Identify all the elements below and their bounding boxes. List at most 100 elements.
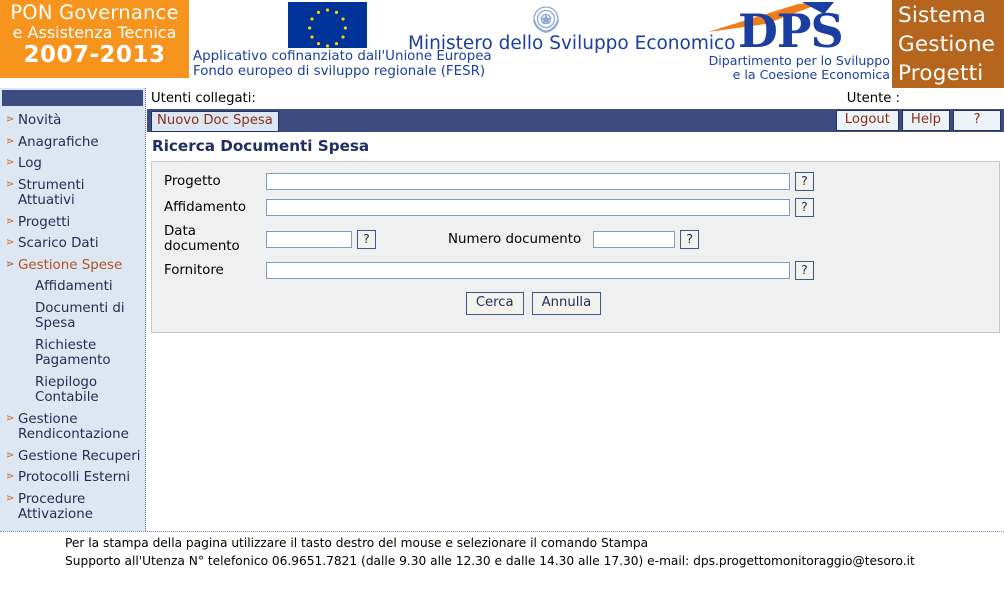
user-bar: Utenti collegati: Utente : (147, 88, 1004, 109)
sgp-logo-line3: Progetti (898, 61, 984, 86)
affidamento-help-icon[interactable]: ? (795, 198, 814, 217)
progetto-help-icon[interactable]: ? (795, 172, 814, 191)
sidebar-item-11[interactable]: ⋗ Gestione Rendicontazione (0, 409, 145, 446)
sidebar-item-list: ⋗ Novità ⋗ Anagrafiche ⋗ Log ⋗ Strumenti Attuat… (0, 106, 145, 526)
sgp-logo-line2: Gestione (898, 32, 996, 57)
page-footer: Per la stampa della pagina utilizzare il… (0, 531, 1004, 595)
sidebar-subitem-9[interactable]: Richieste Pagamento (0, 335, 145, 372)
eu-stars-icon (308, 8, 347, 48)
cancel-button[interactable]: Annulla (531, 292, 602, 315)
sidebar-header-bar (2, 90, 143, 106)
numero-documento-input[interactable] (593, 230, 676, 248)
sidebar-item-label: Scarico Dati (18, 236, 99, 251)
sidebar-item-label: Gestione Spese (18, 257, 123, 273)
pon-logo-line3: 2007-2013 (23, 42, 166, 68)
dps-subtitle: Dipartimento per lo Sviluppo e la Coesio… (680, 54, 890, 82)
form-row-fornitore: Fornitore ? (152, 261, 999, 280)
dps-subtitle-line1: Dipartimento per lo Sviluppo (708, 53, 890, 68)
sidebar-subitem-label: Riepilogo Contabile (35, 374, 99, 406)
sidebar-item-label: Gestione Recuperi (18, 448, 141, 464)
sidebar-item-13[interactable]: ⋗ Protocolli Esterni (0, 467, 145, 489)
chevron-right-icon: ⋗ (6, 449, 14, 461)
pon-logo-line2: e Assistenza Tecnica (12, 23, 177, 42)
nav-bar-actions: Logout Help ? (835, 109, 1004, 132)
fornitore-label: Fornitore (164, 263, 224, 278)
page-title: Ricerca Documenti Spesa (152, 137, 370, 155)
application-page: PON Governance e Assistenza Tecnica 2007… (0, 0, 1004, 595)
chevron-right-icon: ⋗ (6, 412, 14, 424)
sidebar-subitem-label: Affidamenti (35, 279, 113, 294)
numero-documento-label: Numero documento (448, 231, 582, 247)
affidamento-label: Affidamento (164, 200, 247, 215)
sidebar-subitem-8[interactable]: Documenti di Spesa (0, 298, 145, 335)
chevron-right-icon: ⋗ (6, 178, 14, 190)
form-button-row: Cerca Annulla (152, 292, 999, 315)
page-header: PON Governance e Assistenza Tecnica 2007… (0, 0, 1004, 88)
form-row-progetto: Progetto ? (152, 172, 999, 191)
chevron-right-icon: ⋗ (6, 135, 14, 147)
sidebar-subitem-label: Richieste Pagamento (35, 337, 111, 369)
sidebar-item-label: Novità (18, 113, 62, 128)
european-union-flag-icon (288, 2, 367, 48)
logout-button[interactable]: Logout (835, 110, 899, 131)
pon-logo-line1: PON Governance (10, 1, 179, 24)
data-documento-input[interactable] (266, 230, 352, 248)
pon-governance-logo: PON Governance e Assistenza Tecnica 2007… (0, 0, 189, 78)
chevron-right-icon: ⋗ (6, 258, 14, 270)
chevron-right-icon: ⋗ (6, 114, 14, 125)
main-content: Utenti collegati: Utente : Nuovo Doc Spe… (147, 88, 1004, 531)
sidebar-item-3[interactable]: ⋗ Strumenti Attuativi (0, 175, 145, 212)
sidebar-item-2[interactable]: ⋗ Log (0, 153, 145, 175)
sidebar-item-label: Log (18, 156, 42, 171)
sidebar-item-14[interactable]: ⋗ Procedure Attivazione (0, 489, 145, 526)
footer-support-info: Supporto all'Utenza N° telefonico 06.965… (65, 554, 915, 568)
sidebar-item-label: Progetti (18, 214, 71, 230)
dps-acronym: DPS (738, 4, 844, 58)
progetto-label: Progetto (164, 174, 221, 189)
numero-documento-help-icon[interactable]: ? (680, 229, 700, 249)
sidebar-item-label: Procedure Attivazione (18, 491, 93, 523)
sidebar-item-label: Protocolli Esterni (18, 470, 131, 485)
sidebar-subitem-10[interactable]: Riepilogo Contabile (0, 372, 145, 409)
sidebar-item-12[interactable]: ⋗ Gestione Recuperi (0, 446, 145, 468)
footer-print-hint: Per la stampa della pagina utilizzare il… (65, 536, 649, 550)
dps-subtitle-line2: e la Coesione Economica (732, 67, 890, 82)
sidebar-item-label: Strumenti Attuativi (18, 177, 85, 209)
sidebar-item-1[interactable]: ⋗ Anagrafiche (0, 132, 145, 154)
body-wrapper: ⋗ Novità ⋗ Anagrafiche ⋗ Log ⋗ Strumenti Attuat… (0, 88, 1004, 595)
sidebar-item-label: Gestione Rendicontazione (18, 411, 129, 443)
help-button[interactable]: Help (901, 110, 950, 131)
sgp-logo-line1: Sistema (898, 3, 986, 28)
sidebar-item-0[interactable]: ⋗ Novità (0, 110, 145, 132)
progetto-input[interactable] (266, 173, 790, 190)
form-row-affidamento: Affidamento ? (152, 198, 999, 217)
sidebar-subitem-label: Documenti di Spesa (35, 300, 125, 332)
sidebar-item-6[interactable]: ⋗ Gestione Spese (0, 255, 145, 277)
dps-logo: DPS Dipartimento per lo Sviluppo e la Co… (700, 0, 890, 82)
search-button[interactable]: Cerca (465, 292, 524, 315)
form-row-data-numero: Data documento ? Numero documento ? (152, 224, 999, 254)
sgp-logo: Sistema Gestione Progetti (892, 0, 1004, 88)
data-documento-label: Data documento (164, 224, 240, 254)
sidebar-subitem-7[interactable]: Affidamenti (0, 276, 145, 298)
nav-bar: Nuovo Doc Spesa Logout Help ? (147, 109, 1004, 132)
connected-users-label: Utenti collegati: (151, 91, 256, 106)
fornitore-help-icon[interactable]: ? (795, 261, 814, 280)
chevron-right-icon: ⋗ (6, 471, 14, 482)
chevron-right-icon: ⋗ (6, 215, 14, 227)
search-form-panel: Progetto ? Affidamento ? Data documento … (151, 161, 1000, 333)
chevron-right-icon: ⋗ (6, 237, 14, 248)
sidebar-navigation: ⋗ Novità ⋗ Anagrafiche ⋗ Log ⋗ Strumenti Attuat… (0, 88, 146, 531)
affidamento-input[interactable] (266, 199, 790, 216)
sidebar-item-label: Anagrafiche (18, 134, 99, 150)
fornitore-input[interactable] (266, 262, 790, 279)
sidebar-item-5[interactable]: ⋗ Scarico Dati (0, 233, 145, 255)
fesr-cofinancing-text: Applicativo cofinanziato dall'Unione Eur… (193, 49, 492, 79)
question-mark-button[interactable]: ? (953, 110, 1001, 131)
chevron-right-icon: ⋗ (6, 492, 14, 504)
sidebar-item-4[interactable]: ⋗ Progetti (0, 212, 145, 234)
fesr-line2: Fondo europeo di sviluppo regionale (FES… (193, 63, 486, 79)
data-documento-help-icon[interactable]: ? (357, 229, 376, 249)
chevron-right-icon: ⋗ (6, 157, 14, 168)
tab-nuovo-doc-spesa[interactable]: Nuovo Doc Spesa (151, 111, 279, 132)
